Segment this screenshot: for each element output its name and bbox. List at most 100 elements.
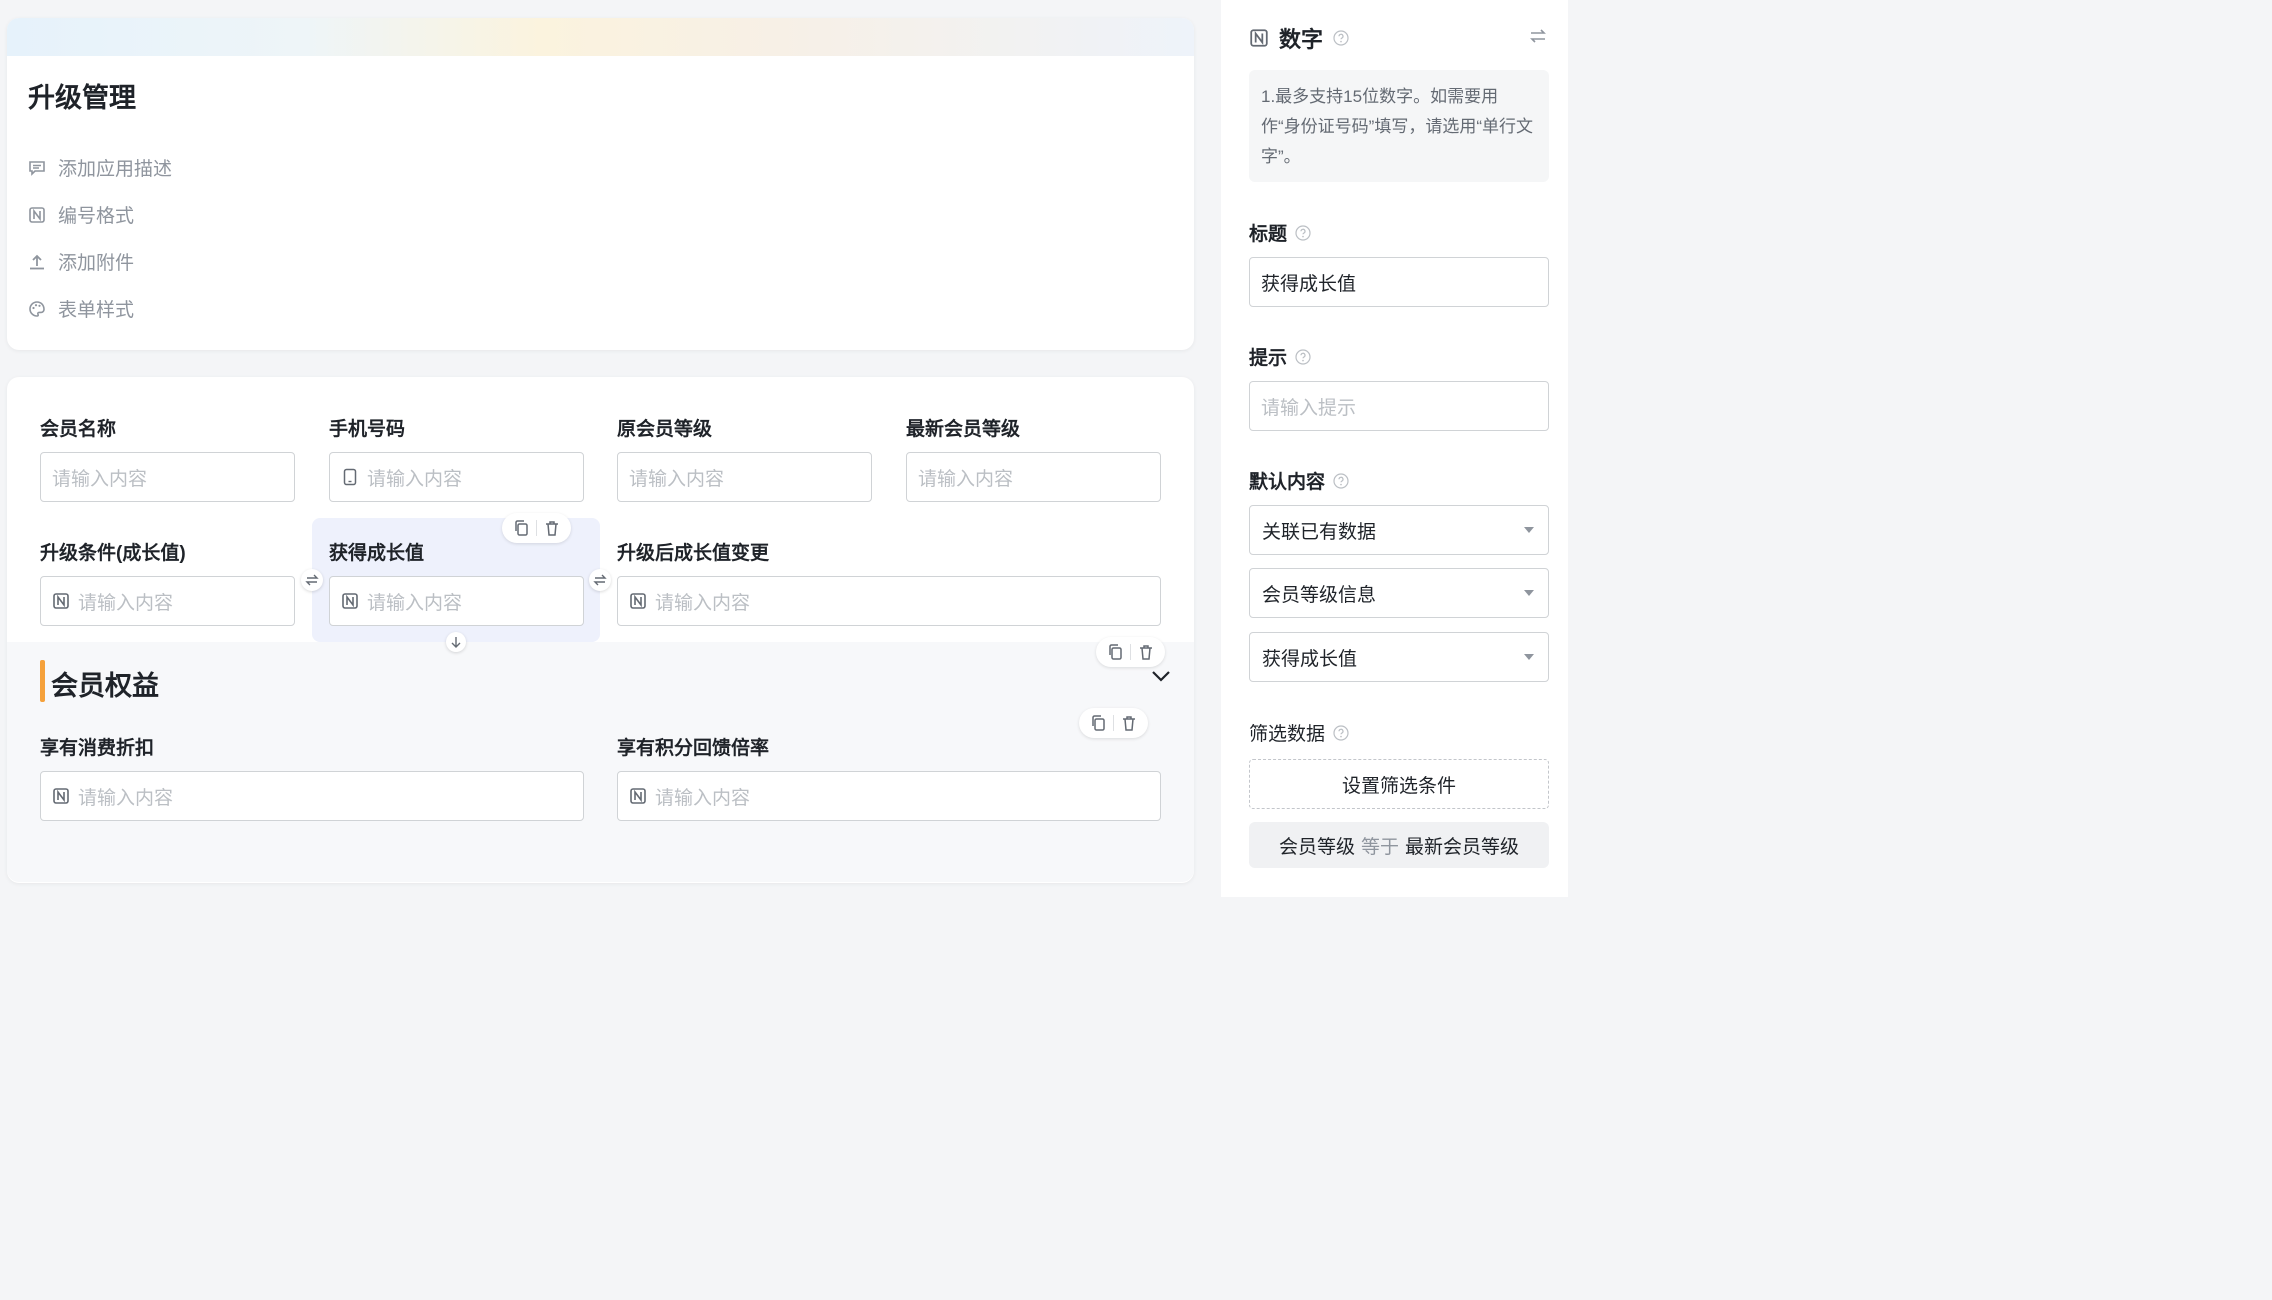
meta-label: 编号格式	[58, 206, 135, 227]
member-name-input[interactable]: 请输入内容	[40, 452, 295, 502]
number-icon	[342, 593, 358, 609]
add-attachment-button[interactable]: 添加附件	[28, 248, 134, 275]
placeholder-text: 请输入内容	[918, 468, 1014, 490]
placeholder-text: 请输入提示	[1261, 397, 1357, 419]
app-header-card	[7, 18, 1194, 350]
field-label: 升级条件(成长值)	[40, 543, 186, 564]
placeholder-text: 请输入内容	[52, 468, 148, 490]
properties-panel: 数字 1.最多支持15位数字。如需要用作“身份证号码”填写，请选用“单行文字”。…	[1221, 0, 1568, 897]
caret-down-icon	[1524, 654, 1534, 660]
comment-icon	[29, 160, 45, 176]
upgrade-condition-input[interactable]: 请输入内容	[40, 576, 295, 626]
default-source-select[interactable]: 关联已有数据	[1249, 505, 1549, 555]
field-label: 原会员等级	[617, 419, 713, 440]
original-level-input[interactable]: 请输入内容	[617, 452, 872, 502]
placeholder-text: 请输入内容	[655, 787, 751, 809]
new-level-input[interactable]: 请输入内容	[906, 452, 1161, 502]
panel-header: 数字	[1249, 22, 1349, 54]
select-value: 关联已有数据	[1262, 521, 1377, 543]
help-icon[interactable]	[1333, 472, 1349, 489]
growth-change-input[interactable]: 请输入内容	[617, 576, 1161, 626]
placeholder-text: 请输入内容	[367, 468, 463, 490]
label-text: 默认内容	[1249, 472, 1326, 493]
condition-field: 会员等级	[1278, 836, 1355, 858]
field-label: 获得成长值	[329, 543, 425, 564]
field-label: 手机号码	[329, 419, 406, 440]
move-down-handle[interactable]	[446, 632, 466, 652]
linked-field-select[interactable]: 获得成长值	[1249, 632, 1549, 682]
form-style-button[interactable]: 表单样式	[28, 295, 134, 322]
chevron-down-icon[interactable]	[1150, 666, 1172, 686]
caret-down-icon	[1524, 527, 1534, 533]
number-icon	[29, 206, 45, 223]
placeholder-text: 请输入内容	[78, 787, 174, 809]
swap-left-handle[interactable]	[301, 569, 323, 591]
select-value: 获得成长值	[1262, 648, 1358, 670]
help-icon[interactable]	[1295, 348, 1311, 365]
points-rate-input[interactable]: 请输入内容	[617, 771, 1161, 821]
phone-input[interactable]: 请输入内容	[329, 452, 584, 502]
field-label: 享有积分回馈倍率	[617, 738, 770, 759]
help-icon[interactable]	[1295, 224, 1311, 241]
set-filter-button[interactable]: 设置筛选条件	[1249, 759, 1549, 809]
field-label: 最新会员等级	[906, 419, 1021, 440]
section-background	[7, 642, 1194, 882]
trash-icon[interactable]	[1120, 714, 1138, 732]
copy-icon[interactable]	[1106, 643, 1124, 661]
section-toolbar	[1096, 637, 1165, 667]
meta-label: 添加应用描述	[58, 159, 173, 180]
number-icon	[630, 593, 646, 609]
swap-right-handle[interactable]	[589, 569, 611, 591]
title-label: 标题	[1249, 219, 1311, 246]
placeholder-text: 请输入内容	[655, 592, 751, 614]
palette-icon	[29, 300, 45, 317]
meta-label: 表单样式	[58, 300, 135, 321]
input-value: 获得成长值	[1261, 273, 1357, 295]
filter-condition[interactable]: 会员等级 等于 最新会员等级	[1249, 822, 1549, 868]
help-icon[interactable]	[1333, 30, 1349, 46]
toolbar-divider	[1130, 644, 1131, 660]
help-icon[interactable]	[1333, 724, 1349, 741]
label-text: 提示	[1249, 348, 1288, 369]
caret-down-icon	[1524, 590, 1534, 596]
switch-type-icon[interactable]	[1528, 26, 1548, 46]
number-format-button[interactable]: 编号格式	[28, 201, 134, 228]
condition-value: 最新会员等级	[1405, 836, 1520, 858]
field-label: 会员名称	[40, 419, 117, 440]
add-description-button[interactable]: 添加应用描述	[28, 154, 172, 181]
field-tip: 1.最多支持15位数字。如需要用作“身份证号码”填写，请选用“单行文字”。	[1249, 70, 1549, 182]
growth-value-input[interactable]: 请输入内容	[329, 576, 584, 626]
number-icon	[53, 788, 69, 804]
hint-input[interactable]: 请输入提示	[1249, 381, 1549, 431]
section-title[interactable]: 会员权益	[51, 664, 159, 703]
label-text: 标题	[1249, 224, 1288, 245]
copy-icon[interactable]	[512, 519, 530, 537]
phone-icon	[343, 468, 357, 486]
arrow-down-icon	[451, 637, 461, 648]
app-title[interactable]: 升级管理	[28, 76, 136, 115]
trash-icon[interactable]	[1137, 643, 1155, 661]
trash-icon[interactable]	[543, 519, 561, 537]
placeholder-text: 请输入内容	[629, 468, 725, 490]
placeholder-text: 请输入内容	[78, 592, 174, 614]
section-field-toolbar	[1079, 708, 1148, 738]
select-value: 会员等级信息	[1262, 584, 1377, 606]
header-banner	[7, 18, 1194, 56]
section-accent-bar	[40, 660, 45, 702]
field-toolbar	[502, 513, 571, 543]
number-icon	[1250, 29, 1268, 47]
field-type-title: 数字	[1279, 27, 1324, 52]
meta-label: 添加附件	[58, 253, 135, 274]
title-input[interactable]: 获得成长值	[1249, 257, 1549, 307]
filter-label: 筛选数据	[1249, 719, 1349, 746]
toolbar-divider	[1113, 715, 1114, 731]
placeholder-text: 请输入内容	[367, 592, 463, 614]
linked-form-select[interactable]: 会员等级信息	[1249, 568, 1549, 618]
discount-input[interactable]: 请输入内容	[40, 771, 584, 821]
copy-icon[interactable]	[1089, 714, 1107, 732]
number-icon	[53, 593, 69, 609]
field-label: 享有消费折扣	[40, 738, 155, 759]
upload-icon	[30, 254, 44, 269]
hint-label: 提示	[1249, 343, 1311, 370]
number-icon	[630, 788, 646, 804]
